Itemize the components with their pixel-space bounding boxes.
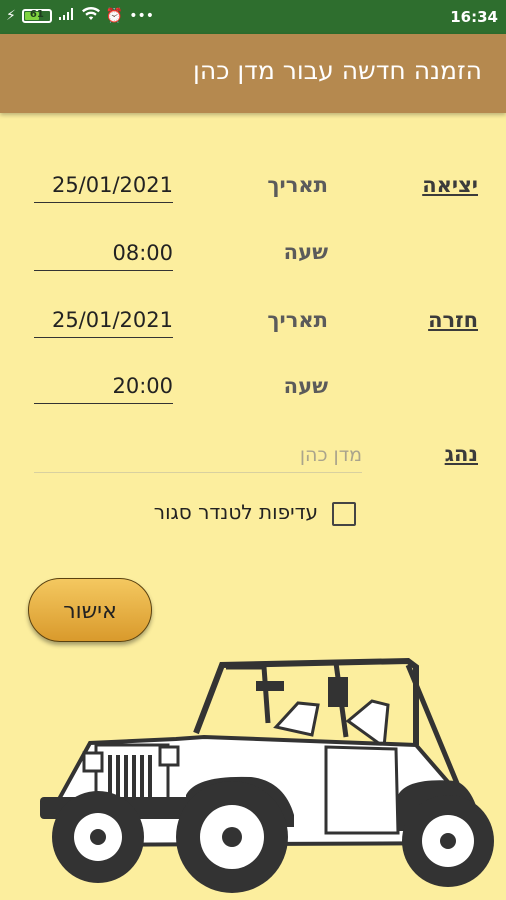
app-bar: הזמנה חדשה עבור מדן כהן xyxy=(0,34,506,113)
more-notifications-icon: ••• xyxy=(129,8,155,24)
status-icons: ⚡ 61 ⏰ ••• xyxy=(6,7,154,25)
departure-time-label: שעה xyxy=(283,240,328,264)
charging-icon: ⚡ xyxy=(6,8,16,24)
wifi-icon xyxy=(81,7,100,25)
driver-input[interactable]: מדן כהן xyxy=(34,438,362,473)
confirm-button[interactable]: אישור xyxy=(28,578,152,642)
return-time-field[interactable]: 20:00 xyxy=(34,369,173,404)
battery-level: 61 xyxy=(29,9,44,20)
departure-date-field[interactable]: 25/01/2021 xyxy=(34,168,173,203)
closed-pickup-label: עדיפות לטנדר סגור xyxy=(153,500,318,524)
return-date-field[interactable]: 25/01/2021 xyxy=(34,303,173,338)
return-date-label: תאריך xyxy=(267,308,328,332)
alarm-icon: ⏰ xyxy=(105,8,124,24)
driver-section-label: נהג xyxy=(444,442,478,466)
signal-icon xyxy=(58,7,76,25)
status-bar: ⚡ 61 ⏰ ••• 16:34 xyxy=(0,0,506,34)
return-time-label: שעה xyxy=(283,374,328,398)
page-title: הזמנה חדשה עבור מדן כהן xyxy=(193,56,482,85)
closed-pickup-checkbox[interactable] xyxy=(332,502,356,526)
jeep-illustration xyxy=(40,657,494,893)
return-section-label: חזרה xyxy=(428,308,478,332)
departure-section-label: יציאה xyxy=(422,173,478,197)
clock: 16:34 xyxy=(450,8,498,26)
battery-icon: 61 xyxy=(21,9,52,23)
departure-date-label: תאריך xyxy=(267,173,328,197)
departure-time-field[interactable]: 08:00 xyxy=(34,236,173,271)
